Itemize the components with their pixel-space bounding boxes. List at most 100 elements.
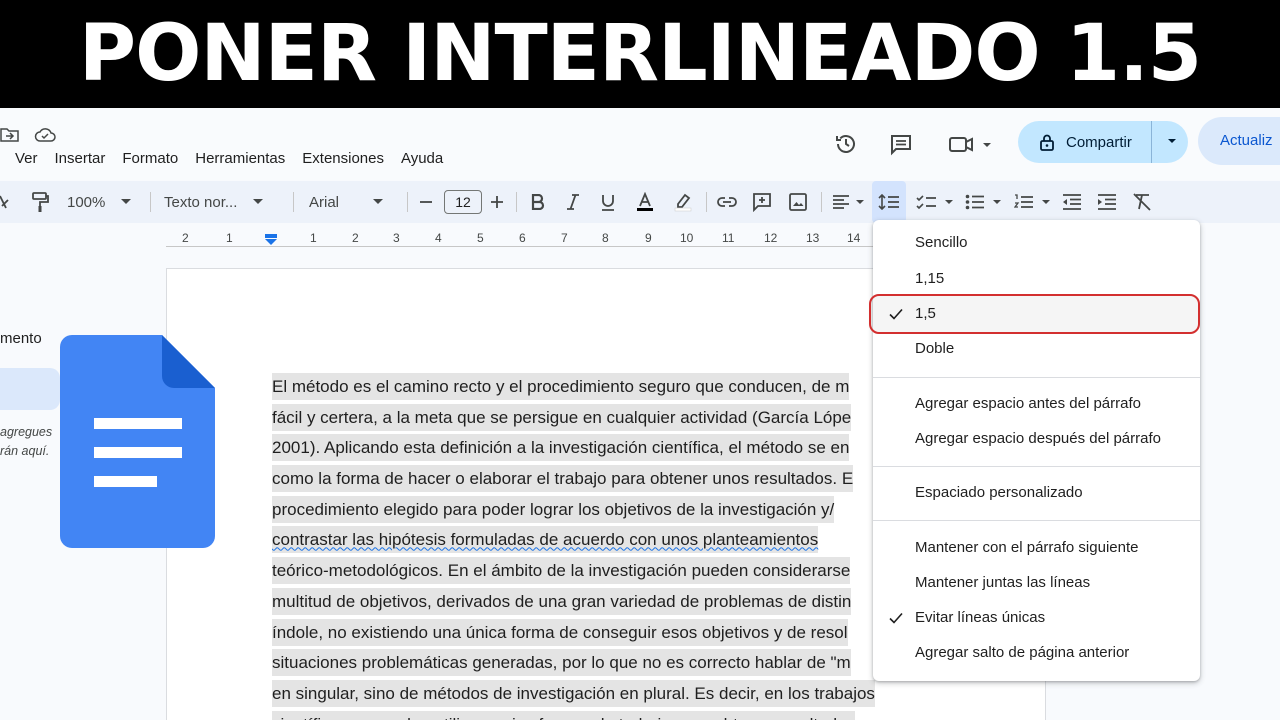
- ruler-number: 6: [519, 231, 526, 245]
- checklist-icon[interactable]: [916, 181, 954, 223]
- document-line: fácil y certera, a la meta que se persig…: [272, 403, 912, 434]
- page-break-before-item[interactable]: Agregar salto de página anterior: [873, 636, 1200, 670]
- indent-marker[interactable]: [264, 234, 278, 246]
- add-space-after-item[interactable]: Agregar espacio después del párrafo: [873, 422, 1200, 456]
- outline-selected-item[interactable]: [0, 368, 60, 410]
- font-select[interactable]: Arial: [309, 181, 384, 223]
- toolbar-divider: [293, 192, 294, 212]
- meet-icon[interactable]: [946, 128, 996, 160]
- option-label: Agregar espacio antes del párrafo: [915, 395, 1141, 412]
- ruler-number: 11: [722, 231, 735, 245]
- menu-herramientas[interactable]: Herramientas: [195, 150, 285, 167]
- italic-icon[interactable]: [566, 181, 580, 223]
- decrease-font-icon[interactable]: [419, 181, 433, 223]
- clear-formatting-icon[interactable]: [1132, 181, 1152, 223]
- document-line: como la forma de hacer o elaborar el tra…: [272, 464, 912, 495]
- bold-icon[interactable]: [531, 181, 545, 223]
- comment-icon[interactable]: [885, 128, 917, 160]
- chevron-down-icon: [121, 199, 132, 204]
- numbered-list-icon[interactable]: [1014, 181, 1054, 223]
- increase-font-icon[interactable]: [490, 181, 504, 223]
- ruler-number: 5: [477, 231, 484, 245]
- align-icon[interactable]: [832, 181, 864, 223]
- zoom-select[interactable]: 100%: [67, 181, 132, 223]
- option-label: Agregar espacio después del párrafo: [915, 430, 1161, 447]
- document-line: teórico-metodológicos. En el ámbito de l…: [272, 556, 912, 587]
- menu-divider: [873, 520, 1200, 521]
- line-spacing-icon[interactable]: [872, 181, 906, 223]
- text-color-icon[interactable]: [635, 181, 655, 223]
- title-banner: PONER INTERLINEADO 1.5: [0, 0, 1280, 108]
- menu-insertar[interactable]: Insertar: [55, 150, 106, 167]
- line-text: científicos, se suelen utilizar varias f…: [272, 710, 856, 720]
- style-value: Texto nor...: [164, 193, 238, 211]
- share-label: Compartir: [1066, 133, 1132, 151]
- underline-icon[interactable]: [601, 181, 615, 223]
- banner-title: PONER INTERLINEADO 1.5: [78, 9, 1202, 99]
- toolbar-divider: [821, 192, 822, 212]
- option-label: Espaciado personalizado: [915, 484, 1083, 501]
- update-button[interactable]: Actualiz: [1198, 117, 1280, 165]
- share-button[interactable]: Compartir: [1018, 121, 1188, 163]
- menu-ver[interactable]: Ver: [15, 150, 38, 167]
- menu-extensiones[interactable]: Extensiones: [302, 150, 384, 167]
- ruler-number: 9: [645, 231, 652, 245]
- ruler-number: 14: [847, 231, 861, 245]
- custom-spacing-item[interactable]: Espaciado personalizado: [873, 476, 1200, 510]
- document-line: índole, no existiendo una única forma de…: [272, 618, 912, 649]
- share-divider: [1151, 121, 1152, 163]
- document-line: multitud de objetivos, derivados de una …: [272, 587, 912, 618]
- prevent-widow-lines-item[interactable]: Evitar líneas únicas: [873, 601, 1200, 635]
- move-to-folder-icon[interactable]: [0, 126, 20, 144]
- menu-ayuda[interactable]: Ayuda: [401, 150, 443, 167]
- add-space-before-item[interactable]: Agregar espacio antes del párrafo: [873, 387, 1200, 421]
- document-body[interactable]: El método es el camino recto y el proced…: [272, 372, 912, 720]
- check-icon: [889, 612, 903, 624]
- style-select[interactable]: Texto nor...: [164, 181, 264, 223]
- outline-hint-line: agregues: [0, 425, 53, 439]
- ruler-number: 4: [435, 231, 442, 245]
- keep-with-next-item[interactable]: Mantener con el párrafo siguiente: [873, 531, 1200, 565]
- toolbar-divider: [706, 192, 707, 212]
- line-text: índole, no existiendo una única forma de…: [272, 618, 848, 646]
- spacing-option-double[interactable]: Doble: [873, 332, 1200, 366]
- ruler-number: 12: [764, 231, 778, 245]
- decrease-indent-icon[interactable]: [1062, 181, 1082, 223]
- menu-divider: [873, 377, 1200, 378]
- option-label: Agregar salto de página anterior: [915, 644, 1130, 661]
- keep-lines-together-item[interactable]: Mantener juntas las líneas: [873, 566, 1200, 600]
- font-value: Arial: [309, 193, 340, 211]
- outline-hint: agregues rán aquí.: [0, 423, 52, 461]
- menu-formato[interactable]: Formato: [122, 150, 178, 167]
- increase-indent-icon[interactable]: [1097, 181, 1117, 223]
- highlight-icon[interactable]: [674, 181, 692, 223]
- line-text: multitud de objetivos, derivados de una …: [272, 587, 852, 615]
- line-spacing-menu: Sencillo 1,15 1,5 Doble Agregar espacio …: [873, 220, 1200, 681]
- spacing-option-single[interactable]: Sencillo: [873, 226, 1200, 260]
- line-text: procedimiento elegido para poder lograr …: [272, 495, 835, 523]
- outline-hint-line: rán aquí.: [0, 444, 50, 458]
- ruler-number: 8: [602, 231, 609, 245]
- history-icon[interactable]: [830, 128, 862, 160]
- insert-image-icon[interactable]: [789, 181, 807, 223]
- document-line: procedimiento elegido para poder lograr …: [272, 495, 912, 526]
- document-line: El método es el camino recto y el proced…: [272, 372, 912, 403]
- ruler-number: 2: [182, 231, 189, 245]
- document-line: en singular, sino de métodos de investig…: [272, 679, 912, 710]
- add-comment-icon[interactable]: [752, 181, 772, 223]
- document-line: 2001). Aplicando esta definición a la in…: [272, 433, 912, 464]
- ruler-number: 7: [561, 231, 568, 245]
- ruler-number: 13: [806, 231, 820, 245]
- spacing-option-115[interactable]: 1,15: [873, 262, 1200, 296]
- paint-format-icon[interactable]: [30, 181, 50, 223]
- ruler-number: 10: [680, 231, 694, 245]
- document-line: científicos, se suelen utilizar varias f…: [272, 710, 912, 720]
- link-icon[interactable]: [717, 181, 737, 223]
- line-text: situaciones problemáticas generadas, por…: [272, 649, 851, 677]
- bulleted-list-icon[interactable]: [965, 181, 1005, 223]
- cloud-saved-icon: [34, 126, 56, 144]
- toolbar-divider: [407, 192, 408, 212]
- chevron-down-icon[interactable]: [1164, 133, 1180, 149]
- spellcheck-icon[interactable]: [0, 181, 14, 223]
- font-size-input[interactable]: 12: [444, 181, 482, 223]
